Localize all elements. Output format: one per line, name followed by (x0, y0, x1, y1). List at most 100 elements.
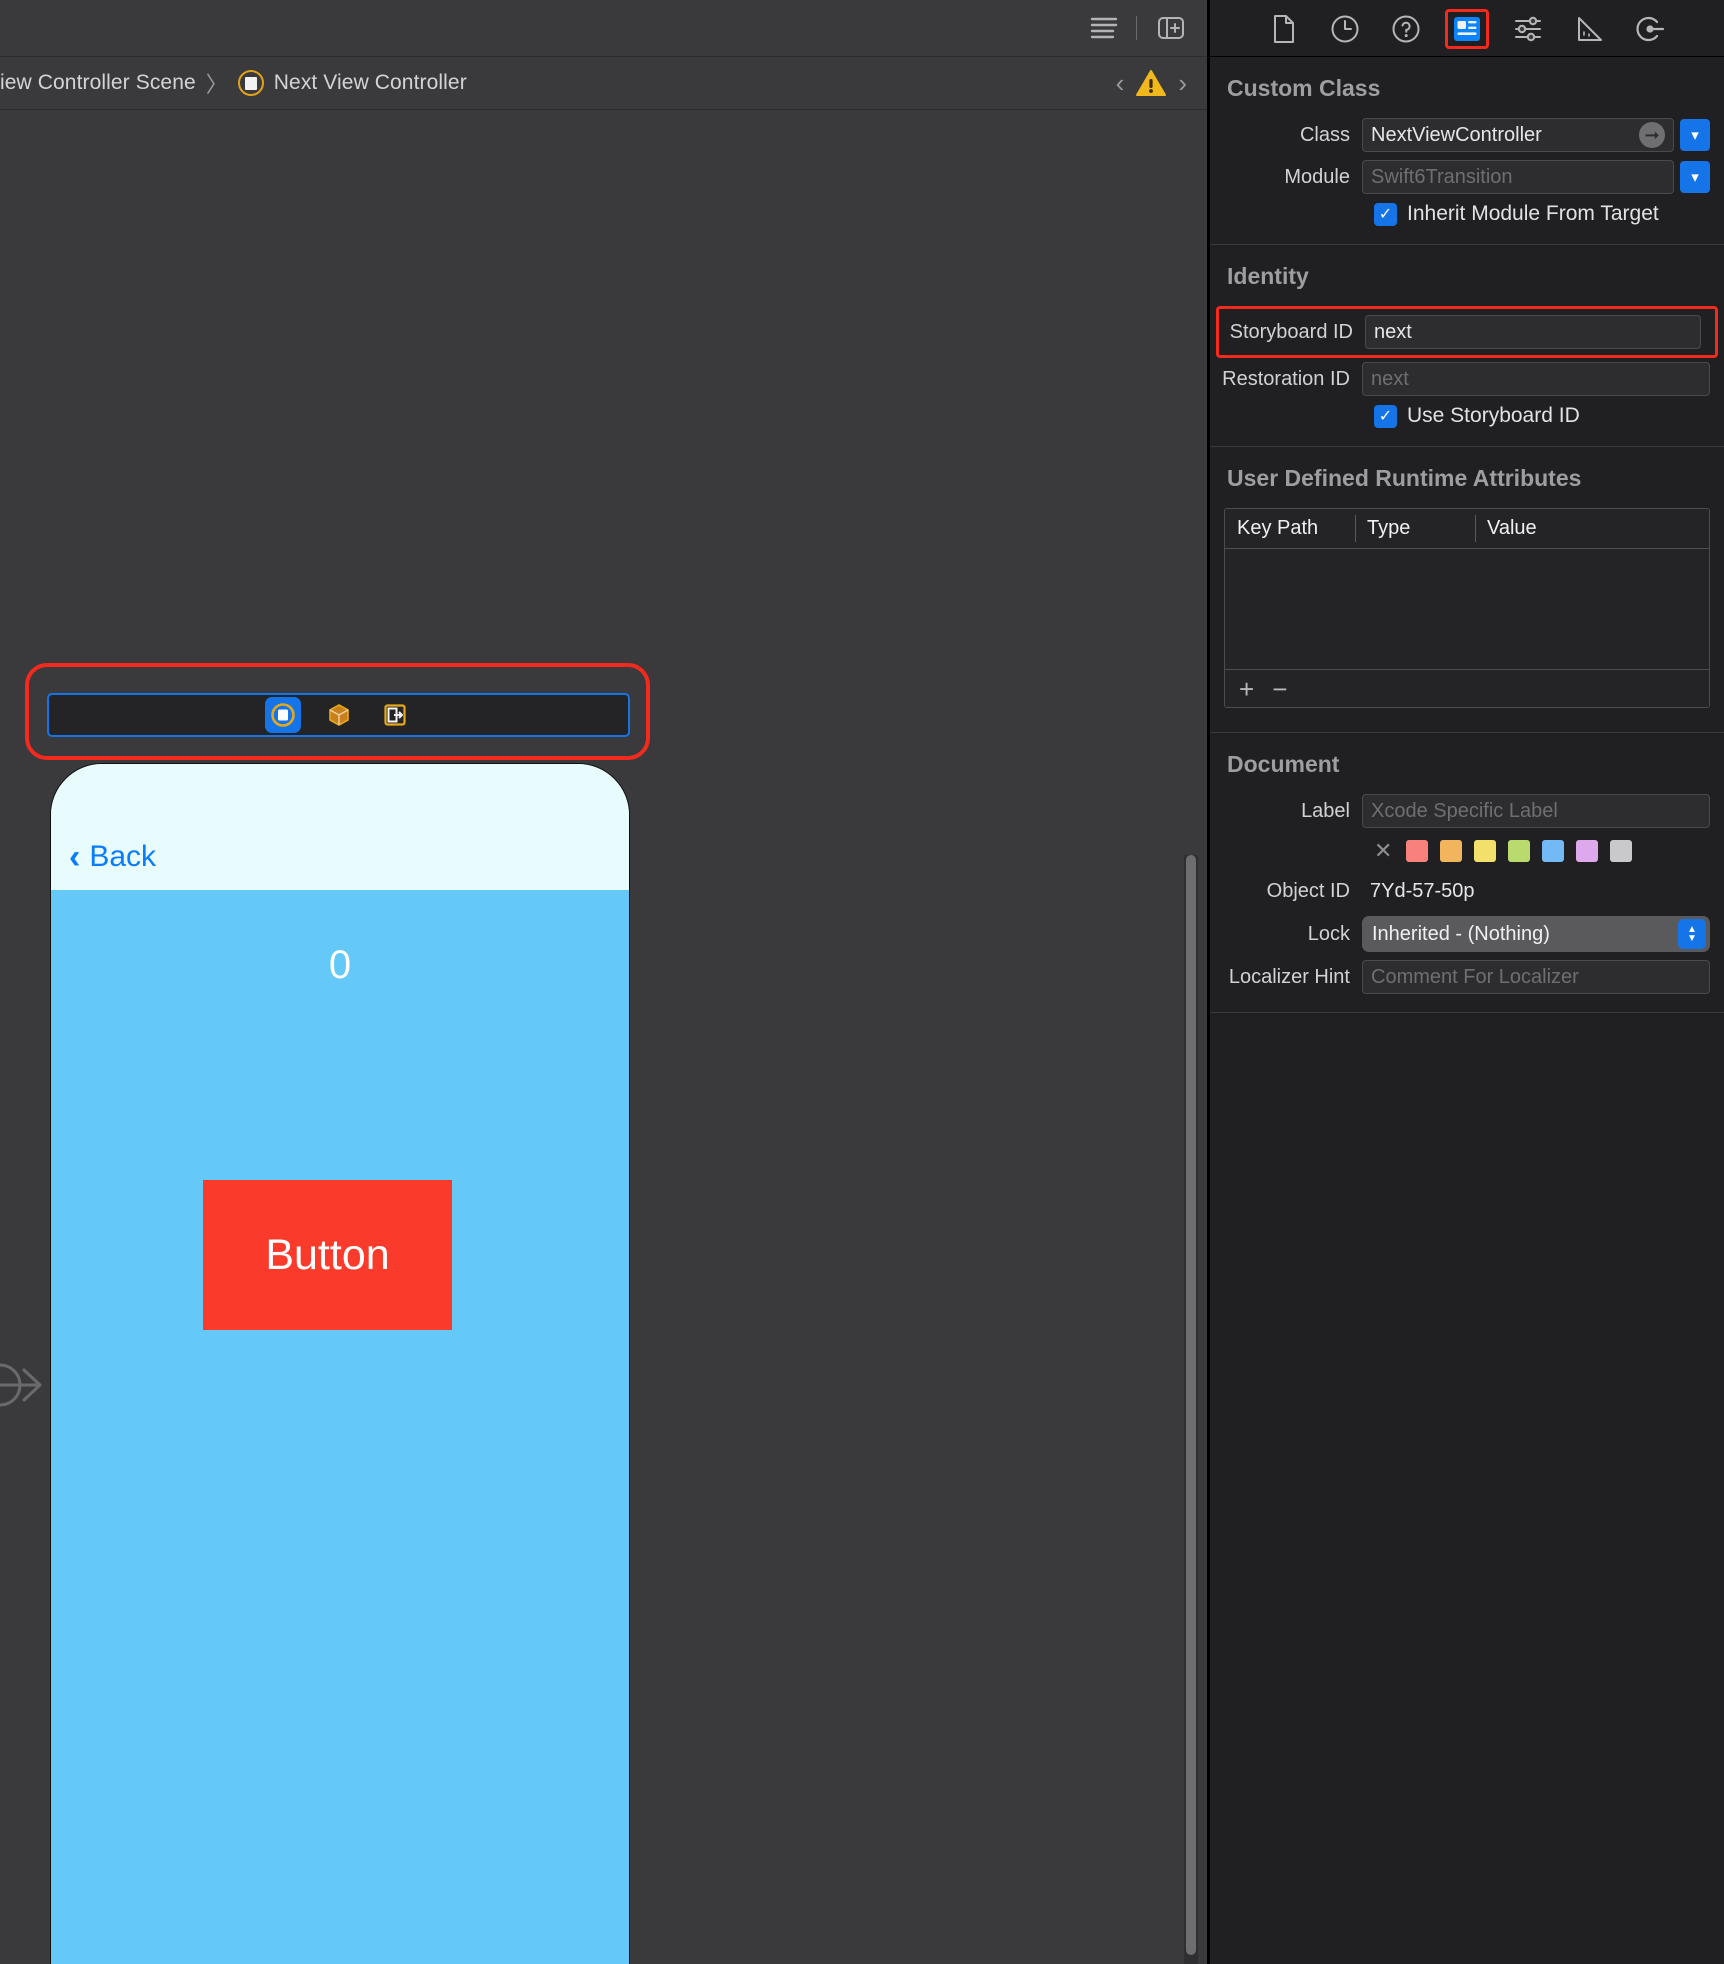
runtime-attributes-section-title: User Defined Runtime Attributes (1227, 465, 1582, 491)
color-swatch-orange[interactable] (1440, 840, 1463, 862)
scene-dock-bar[interactable] (47, 693, 630, 737)
view-controller-view: 0 Button (51, 890, 629, 1964)
color-swatch-green[interactable] (1508, 840, 1531, 862)
use-storyboard-id-row[interactable]: ✓ Use Storyboard ID (1210, 400, 1724, 436)
column-header-key-path[interactable]: Key Path (1225, 509, 1355, 548)
document-label-row: Label Xcode Specific Label (1210, 790, 1724, 832)
help-inspector-tab[interactable] (1384, 9, 1428, 49)
module-dropdown-button[interactable]: ▾ (1680, 161, 1710, 193)
storyboard-canvas[interactable]: ‹ Back 0 Button (0, 110, 1207, 1964)
jump-bar-issue-nav: ‹ › (1116, 68, 1207, 99)
identity-inspector-tab[interactable] (1445, 9, 1489, 49)
color-swatch-blue[interactable] (1542, 840, 1565, 862)
size-inspector-tab[interactable] (1567, 9, 1611, 49)
document-label-placeholder: Xcode Specific Label (1371, 799, 1558, 822)
localizer-hint-label: Localizer Hint (1228, 965, 1350, 988)
add-attribute-button[interactable]: + (1239, 676, 1254, 702)
module-placeholder: Swift6Transition (1371, 165, 1513, 188)
restoration-id-placeholder: next (1371, 367, 1409, 390)
localizer-hint-row: Localizer Hint Comment For Localizer (1210, 956, 1724, 998)
red-button[interactable]: Button (203, 1180, 452, 1330)
back-button-label: Back (89, 840, 157, 873)
inspector-content: Custom Class Class NextViewController ➞ … (1210, 57, 1724, 1013)
jump-to-class-icon[interactable]: ➞ (1639, 122, 1665, 148)
label-color-swatches: ✕ (1210, 832, 1724, 870)
identity-section-title: Identity (1227, 263, 1309, 289)
iphone-device-preview[interactable]: ‹ Back 0 Button (50, 763, 630, 1964)
attributes-inspector-tab[interactable] (1506, 9, 1550, 49)
column-header-type[interactable]: Type (1355, 509, 1475, 548)
add-editor-icon[interactable] (1149, 7, 1193, 49)
column-header-value[interactable]: Value (1475, 509, 1709, 548)
warning-triangle-icon[interactable] (1136, 69, 1167, 97)
object-id-value-wrap: 7Yd-57-50p (1362, 874, 1710, 908)
next-issue-button[interactable]: › (1178, 68, 1187, 99)
use-storyboard-id-checkbox[interactable]: ✓ (1374, 404, 1397, 428)
editor-options-icon[interactable] (1082, 7, 1126, 49)
object-id-label: Object ID (1266, 879, 1350, 902)
inherit-module-checkbox[interactable]: ✓ (1374, 202, 1397, 226)
lock-label: Lock (1307, 922, 1350, 945)
object-id-row: Object ID 7Yd-57-50p (1210, 870, 1724, 912)
localizer-hint-placeholder: Comment For Localizer (1371, 965, 1579, 988)
clear-color-icon[interactable]: ✕ (1374, 838, 1392, 864)
breadcrumb-current-label[interactable]: Next View Controller (274, 71, 467, 95)
color-swatch-purple[interactable] (1576, 840, 1599, 862)
document-label-label: Label (1301, 799, 1350, 822)
storyboard-id-row: Storyboard ID next (1219, 311, 1715, 353)
breadcrumb[interactable]: iew Controller Scene 〉 Next View Control… (0, 57, 1116, 109)
use-storyboard-id-label: Use Storyboard ID (1407, 404, 1580, 427)
class-input[interactable]: NextViewController ➞ (1362, 118, 1674, 152)
history-inspector-tab[interactable] (1323, 9, 1367, 49)
localizer-hint-input[interactable]: Comment For Localizer (1362, 960, 1710, 994)
editor-area: iew Controller Scene 〉 Next View Control… (0, 0, 1207, 1964)
editor-toolbar (0, 0, 1207, 57)
inherit-module-label: Inherit Module From Target (1407, 202, 1659, 225)
lock-stepper-icon[interactable]: ▲ ▼ (1678, 919, 1706, 949)
scene-view-controller-icon[interactable] (264, 697, 301, 733)
remove-attribute-button[interactable]: − (1272, 676, 1287, 702)
inherit-module-row[interactable]: ✓ Inherit Module From Target (1210, 198, 1724, 234)
canvas-scrollbar-thumb[interactable] (1186, 855, 1196, 1955)
module-input[interactable]: Swift6Transition (1362, 160, 1674, 194)
restoration-id-input[interactable]: next (1362, 362, 1710, 396)
counter-label: 0 (328, 943, 352, 987)
breadcrumb-separator-icon: 〉 (205, 72, 228, 97)
previous-issue-button[interactable]: ‹ (1116, 68, 1125, 99)
storyboard-id-highlight: Storyboard ID next (1216, 306, 1718, 358)
storyboard-id-label: Storyboard ID (1229, 320, 1353, 343)
connections-inspector-tab[interactable] (1628, 9, 1672, 49)
document-section-title: Document (1227, 751, 1340, 777)
class-label: Class (1299, 123, 1350, 146)
inspector-panel: Custom Class Class NextViewController ➞ … (1210, 0, 1724, 1964)
chevron-left-icon: ‹ (69, 838, 81, 876)
class-value: NextViewController (1371, 123, 1542, 146)
breadcrumb-scene-label[interactable]: iew Controller Scene (0, 71, 196, 95)
inspector-tab-bar (1210, 0, 1724, 57)
color-swatch-gray[interactable] (1610, 840, 1633, 862)
runtime-attributes-table[interactable]: Key Path Type Value + − (1224, 508, 1710, 708)
storyboard-id-input[interactable]: next (1365, 315, 1701, 349)
section-divider (1210, 1012, 1724, 1013)
color-swatch-red[interactable] (1406, 840, 1429, 862)
navigation-bar: ‹ Back (51, 764, 629, 890)
restoration-id-label: Restoration ID (1222, 367, 1350, 390)
class-dropdown-button[interactable]: ▾ (1680, 119, 1710, 151)
color-swatch-yellow[interactable] (1474, 840, 1497, 862)
first-responder-cube-icon[interactable] (321, 697, 357, 733)
exit-segue-icon[interactable] (377, 697, 413, 733)
runtime-attributes-body[interactable] (1225, 549, 1709, 669)
back-button[interactable]: ‹ Back (69, 840, 156, 874)
document-label-input[interactable]: Xcode Specific Label (1362, 794, 1710, 828)
view-controller-icon (237, 70, 264, 96)
incoming-segue-arrow-icon[interactable] (0, 1350, 52, 1420)
runtime-attributes-header: Key Path Type Value (1225, 509, 1709, 549)
file-inspector-tab[interactable] (1262, 9, 1306, 49)
storyboard-id-value: next (1374, 320, 1412, 343)
canvas-vertical-scrollbar[interactable] (1184, 855, 1198, 1964)
lock-select[interactable]: Inherited - (Nothing) ▲ ▼ (1362, 916, 1710, 952)
object-id-value: 7Yd-57-50p (1370, 879, 1475, 902)
class-row: Class NextViewController ➞ ▾ (1210, 114, 1724, 156)
red-button-label: Button (265, 1230, 390, 1279)
toolbar-divider (1136, 16, 1137, 40)
